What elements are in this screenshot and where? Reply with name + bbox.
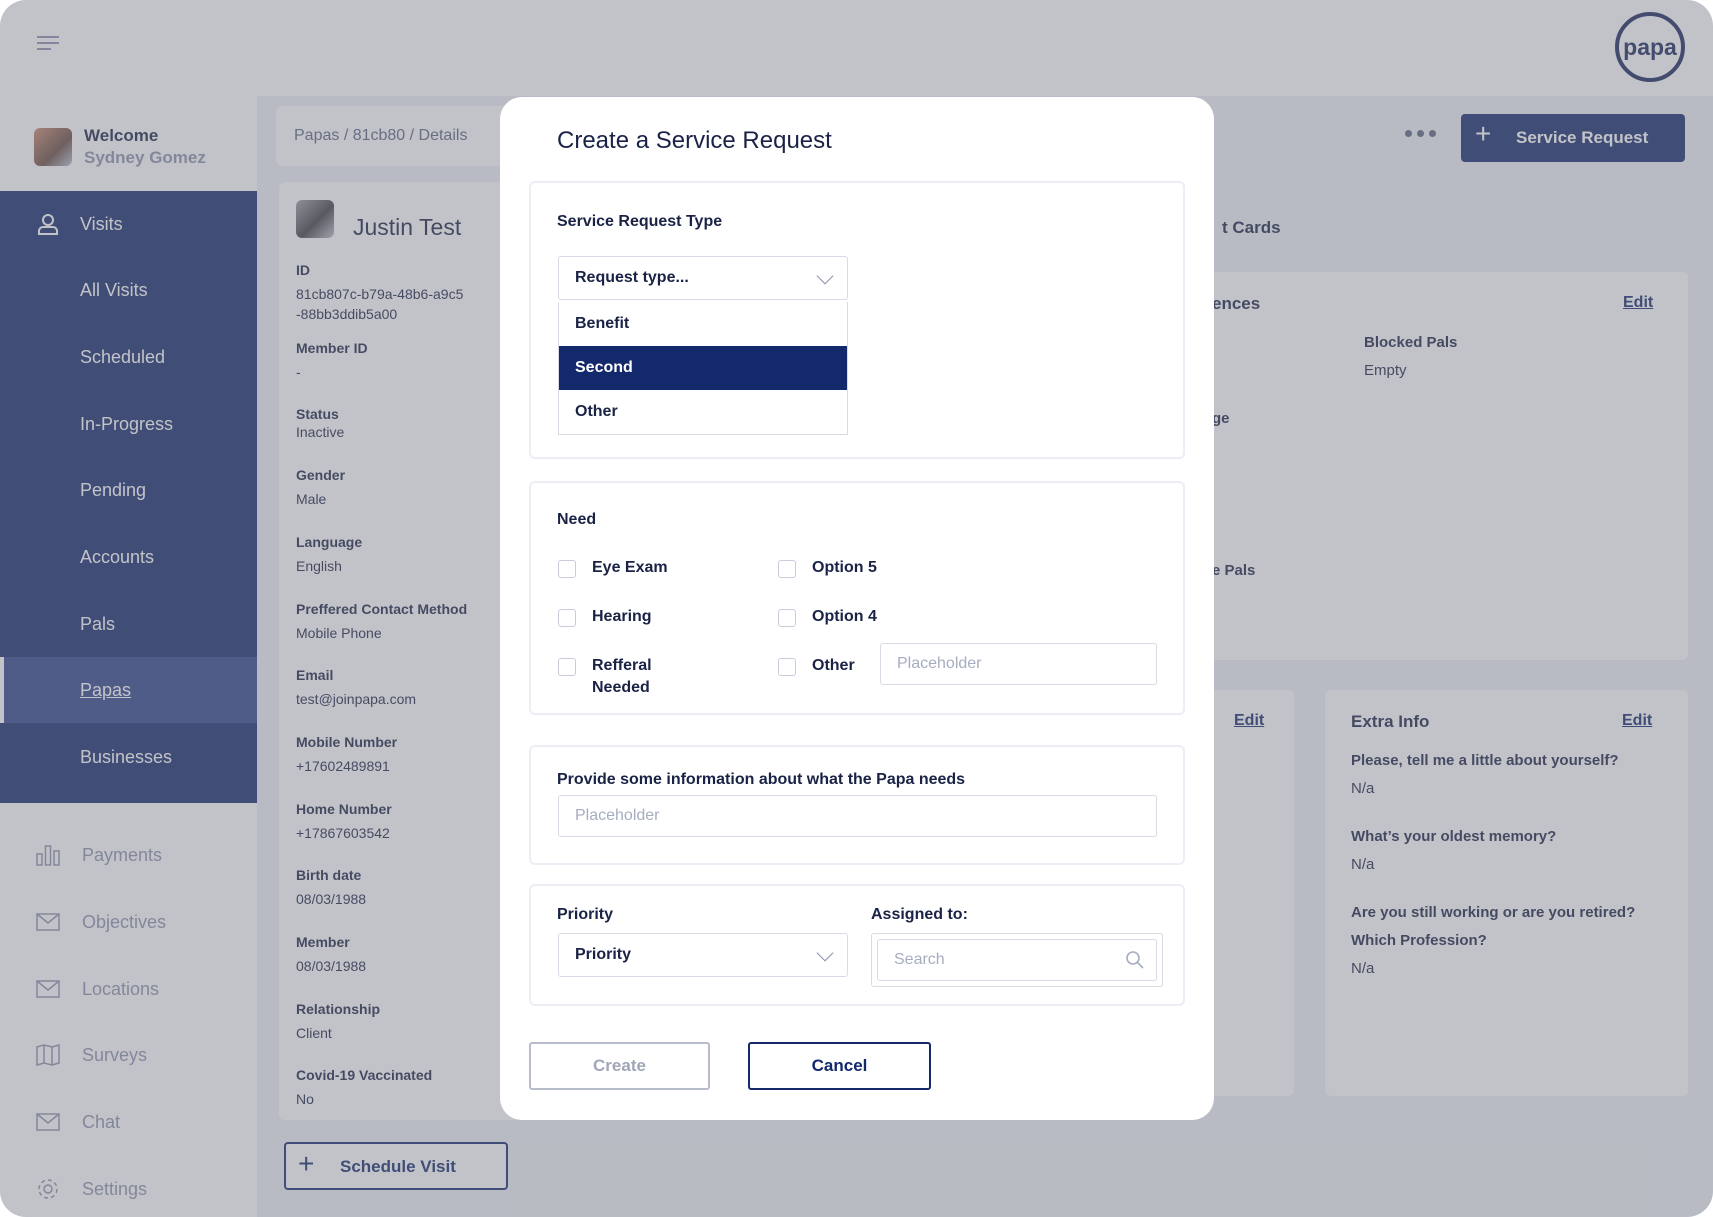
dropdown-option-second[interactable]: Second	[559, 346, 847, 390]
dropdown-option-benefit[interactable]: Benefit	[559, 302, 847, 346]
service-request-type-label: Service Request Type	[557, 213, 723, 230]
chevron-down-icon	[816, 267, 834, 285]
checkbox-other[interactable]: Other	[778, 657, 855, 676]
checkbox-label: Option 4	[812, 608, 877, 625]
checkbox-refferal-needed[interactable]: Refferal Needed	[558, 657, 652, 699]
papa-needs-info-label: Provide some information about what the …	[557, 771, 966, 788]
papa-needs-info-input[interactable]	[558, 795, 1157, 837]
assigned-search-input[interactable]	[877, 939, 1157, 981]
checkbox[interactable]	[778, 658, 796, 676]
checkbox[interactable]	[558, 609, 576, 627]
service-request-type-section: Service Request Type Request type... Ben…	[529, 181, 1185, 459]
checkbox-option-4[interactable]: Option 4	[778, 608, 877, 627]
checkbox-label: Eye Exam	[592, 559, 668, 576]
request-type-placeholder: Request type...	[575, 269, 689, 286]
need-label: Need	[557, 511, 597, 528]
checkbox[interactable]	[558, 560, 576, 578]
checkbox-label: Option 5	[812, 559, 877, 576]
checkbox[interactable]	[778, 609, 796, 627]
need-section: Need Eye Exam Hearing Refferal Needed Op…	[529, 481, 1185, 715]
priority-value: Priority	[575, 946, 632, 963]
need-other-input[interactable]	[880, 643, 1157, 685]
create-service-request-modal: Create a Service Request Service Request…	[500, 97, 1214, 1120]
papa-needs-info-section: Provide some information about what the …	[529, 745, 1185, 865]
priority-label: Priority	[557, 906, 614, 923]
search-icon[interactable]	[1125, 950, 1145, 975]
priority-assign-section: Priority Priority Assigned to:	[529, 884, 1185, 1006]
request-type-select[interactable]: Request type...	[558, 256, 848, 300]
checkbox-label: Hearing	[592, 608, 652, 625]
assigned-to-label: Assigned to:	[871, 906, 968, 923]
request-type-dropdown: Benefit Second Other	[558, 302, 848, 435]
checkbox-label: Other	[812, 657, 855, 674]
chevron-down-icon	[816, 944, 834, 962]
priority-select[interactable]: Priority	[558, 933, 848, 977]
checkbox-label: Refferal Needed	[592, 657, 652, 696]
checkbox[interactable]	[558, 658, 576, 676]
checkbox[interactable]	[778, 560, 796, 578]
dropdown-option-other[interactable]: Other	[559, 390, 847, 434]
checkbox-option-5[interactable]: Option 5	[778, 559, 877, 578]
assigned-search-wrapper	[871, 933, 1163, 987]
create-button[interactable]: Create	[529, 1042, 710, 1090]
cancel-button[interactable]: Cancel	[748, 1042, 931, 1090]
checkbox-eye-exam[interactable]: Eye Exam	[558, 559, 668, 578]
app-frame: papa Welcome Sydney Gomez Visits All Vis…	[0, 0, 1713, 1217]
checkbox-hearing[interactable]: Hearing	[558, 608, 652, 627]
modal-title: Create a Service Request	[557, 127, 832, 154]
